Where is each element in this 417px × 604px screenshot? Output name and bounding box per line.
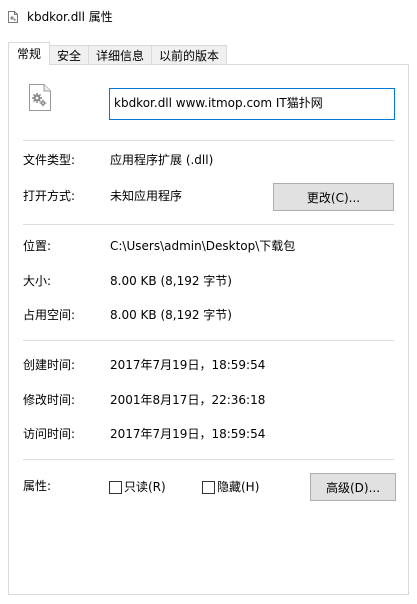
tab-security[interactable]: 安全 xyxy=(49,45,90,65)
hidden-label[interactable]: 隐藏(H) xyxy=(217,479,259,495)
general-tab-panel xyxy=(8,64,409,595)
tab-previous-versions[interactable]: 以前的版本 xyxy=(151,45,228,65)
modified-value: 2001年8月17日，22:36:18 xyxy=(110,393,266,407)
tab-bar: 常规 安全 详细信息 以前的版本 xyxy=(8,42,228,65)
tab-details[interactable]: 详细信息 xyxy=(88,45,153,65)
divider xyxy=(23,224,394,225)
size-label: 大小: xyxy=(23,274,52,288)
tab-general[interactable]: 常规 xyxy=(8,42,51,65)
created-value: 2017年7月19日，18:59:54 xyxy=(110,358,266,372)
size-on-disk-label: 占用空间: xyxy=(23,308,76,322)
dll-file-icon xyxy=(8,11,18,23)
title-bar: kbdkor.dll 属性 xyxy=(0,0,417,34)
location-value: C:\Users\admin\Desktop\下载包 xyxy=(110,239,296,253)
window-title: kbdkor.dll 属性 xyxy=(27,10,113,24)
size-value: 8.00 KB (8,192 字节) xyxy=(110,274,232,288)
file-name-input[interactable] xyxy=(109,88,395,120)
size-on-disk-value: 8.00 KB (8,192 字节) xyxy=(110,308,232,322)
attributes-label: 属性: xyxy=(23,479,52,493)
readonly-label[interactable]: 只读(R) xyxy=(124,479,166,495)
open-with-label: 打开方式: xyxy=(23,189,76,203)
advanced-button[interactable]: 高级(D)... xyxy=(310,473,396,501)
change-button[interactable]: 更改(C)... xyxy=(273,183,394,211)
readonly-checkbox[interactable] xyxy=(109,481,122,494)
accessed-value: 2017年7月19日，18:59:54 xyxy=(110,427,266,441)
accessed-label: 访问时间: xyxy=(23,427,76,441)
file-type-value: 应用程序扩展 (.dll) xyxy=(110,153,214,167)
hidden-checkbox[interactable] xyxy=(202,481,215,494)
dll-gear-file-icon xyxy=(29,84,51,111)
created-label: 创建时间: xyxy=(23,358,76,372)
open-with-value: 未知应用程序 xyxy=(110,189,183,203)
location-label: 位置: xyxy=(23,239,52,253)
divider xyxy=(23,340,394,341)
modified-label: 修改时间: xyxy=(23,393,76,407)
divider xyxy=(23,140,394,141)
file-type-label: 文件类型: xyxy=(23,153,76,167)
divider xyxy=(23,459,394,460)
